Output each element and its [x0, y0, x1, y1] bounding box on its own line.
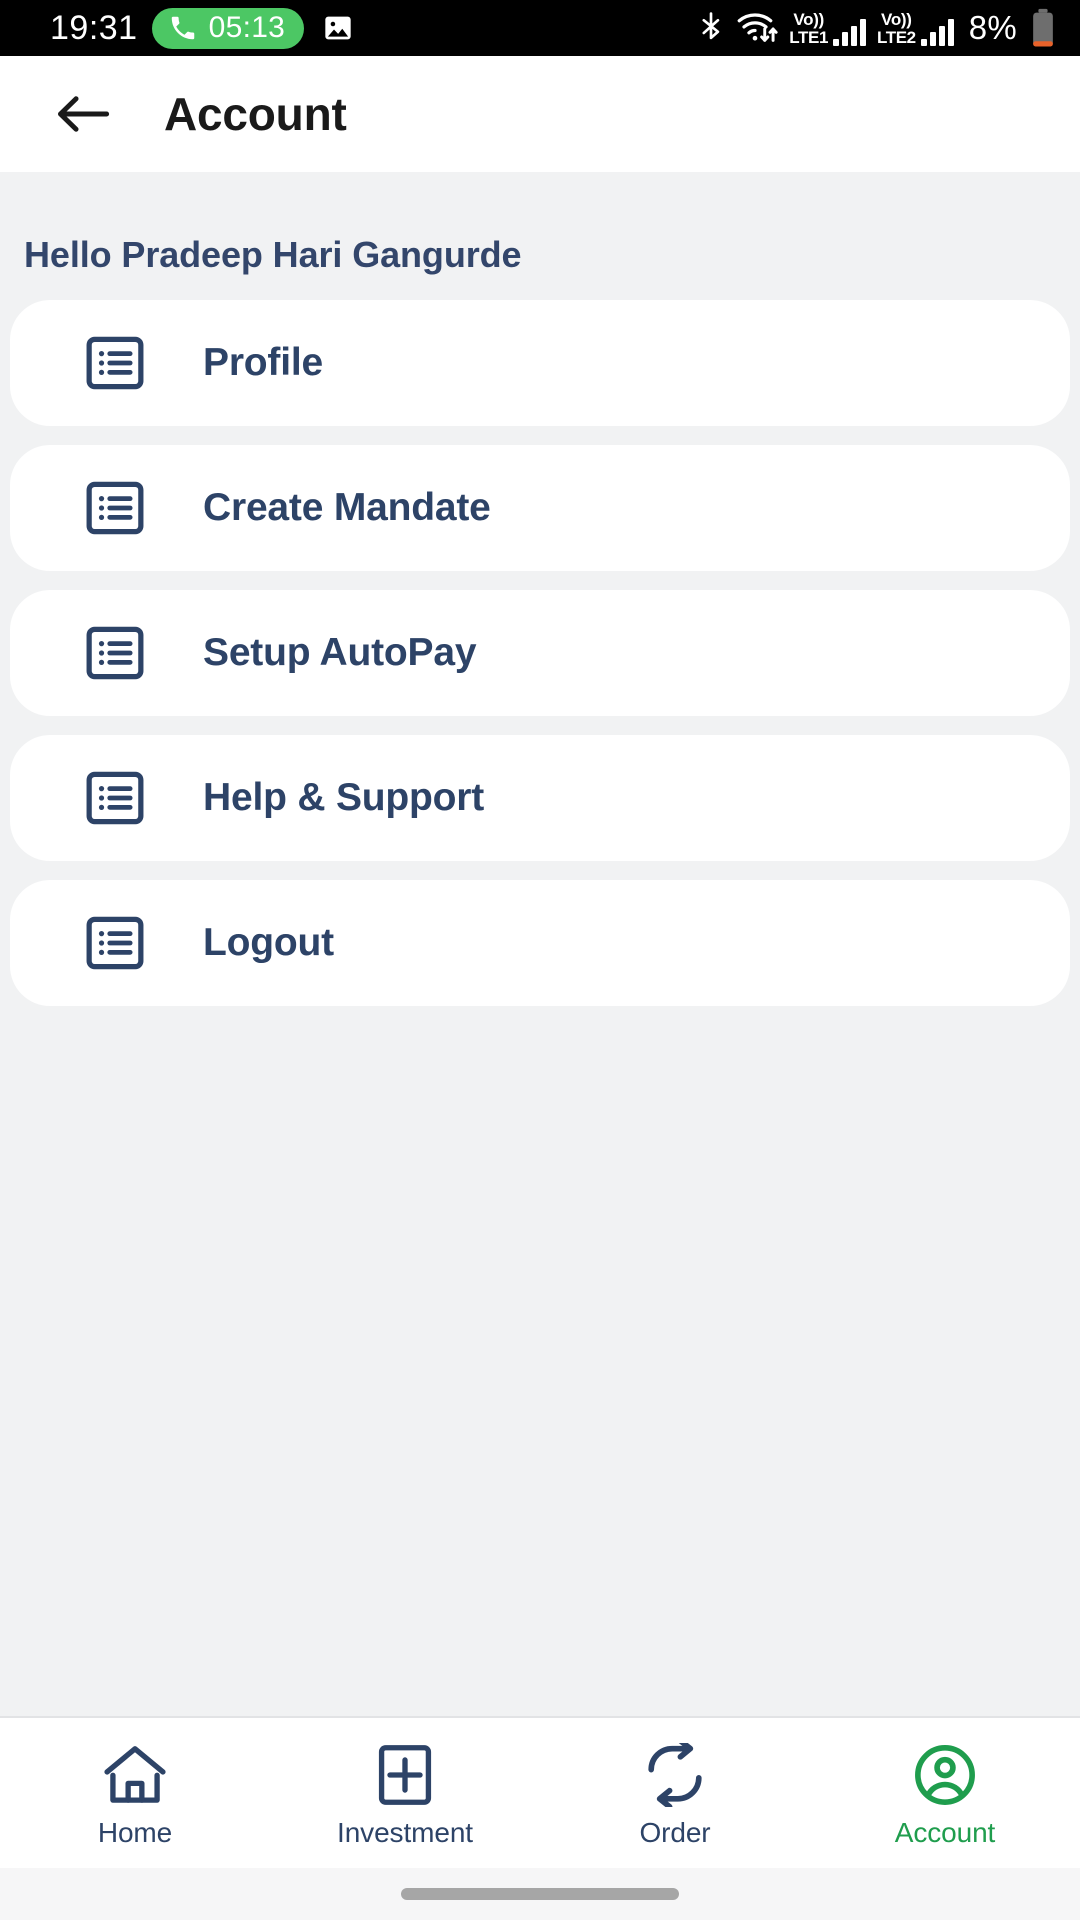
nav-item-label: Home [97, 1817, 173, 1848]
menu-item-label: Help & Support [203, 776, 485, 819]
list-icon [86, 916, 144, 970]
app-header: Account [0, 56, 1080, 172]
status-bar: 19:31 05:13 Vo)) LTE1 Vo)) LTE2 8% [0, 0, 1080, 56]
home-gesture-bar[interactable] [401, 1888, 679, 1900]
menu-item-create-mandate[interactable]: Create Mandate [10, 445, 1070, 571]
nav-item-account[interactable]: Account [810, 1718, 1080, 1868]
nav-item-home[interactable]: Home [0, 1718, 270, 1868]
gallery-icon [325, 16, 351, 40]
menu-item-logout[interactable]: Logout [10, 880, 1070, 1006]
plus-box-icon [378, 1745, 432, 1805]
menu-item-help-support[interactable]: Help & Support [10, 735, 1070, 861]
list-icon [86, 771, 144, 825]
sim1-signal: Vo)) LTE1 [789, 11, 866, 46]
sim2-signal-bars [920, 18, 954, 46]
phone-icon [171, 16, 194, 39]
home-icon [104, 1746, 166, 1803]
bluetooth-icon [702, 12, 720, 40]
nav-item-label: Order [639, 1817, 711, 1848]
menu-item-setup-autopay[interactable]: Setup AutoPay [10, 590, 1070, 716]
swap-arrows-icon [648, 1743, 702, 1807]
menu-item-label: Create Mandate [203, 486, 491, 529]
list-icon [86, 626, 144, 680]
nav-item-order[interactable]: Order [540, 1718, 810, 1868]
volte1-bottom: LTE1 [789, 27, 828, 47]
list-icon [86, 481, 144, 535]
list-icon [86, 336, 144, 390]
status-bar-right: Vo)) LTE1 Vo)) LTE2 8% [697, 8, 1056, 48]
status-bar-left: 19:31 05:13 [50, 7, 354, 49]
volte2-top: Vo)) [881, 9, 912, 29]
volte1-top: Vo)) [793, 9, 824, 29]
gesture-area [0, 1868, 1080, 1920]
battery-percent: 8% [968, 9, 1017, 46]
main-content: Hello Pradeep Hari Gangurde Profile Crea… [0, 172, 1080, 1716]
app-root: 19:31 05:13 Vo)) LTE1 Vo)) LTE2 8% Accou… [0, 0, 1080, 1920]
menu-item-profile[interactable]: Profile [10, 300, 1070, 426]
menu-item-label: Profile [203, 341, 323, 384]
arrow-left-icon [58, 96, 110, 132]
wifi-data-icon [737, 13, 778, 42]
status-clock: 19:31 [50, 9, 138, 47]
greeting-text: Hello Pradeep Hari Gangurde [24, 234, 522, 275]
nav-item-investment[interactable]: Investment [270, 1718, 540, 1868]
call-duration: 05:13 [208, 10, 286, 44]
volte2-bottom: LTE2 [877, 27, 916, 47]
sim1-signal-bars [833, 18, 866, 46]
menu-item-label: Logout [203, 921, 334, 964]
battery-low-icon [1033, 8, 1053, 47]
page-title: Account [164, 88, 347, 140]
menu-item-label: Setup AutoPay [203, 631, 477, 674]
user-circle-icon [915, 1745, 975, 1805]
nav-item-label: Investment [337, 1817, 473, 1848]
volte2-badge: Vo)) LTE2 [877, 11, 916, 46]
ongoing-call-pill[interactable]: 05:13 [151, 7, 305, 49]
bottom-navigation: Home Investment Order Account [0, 1716, 1080, 1868]
back-button[interactable] [46, 77, 120, 151]
nav-item-label: Account [894, 1817, 996, 1848]
sim2-signal: Vo)) LTE2 [877, 11, 954, 46]
volte1-badge: Vo)) LTE1 [789, 11, 828, 46]
